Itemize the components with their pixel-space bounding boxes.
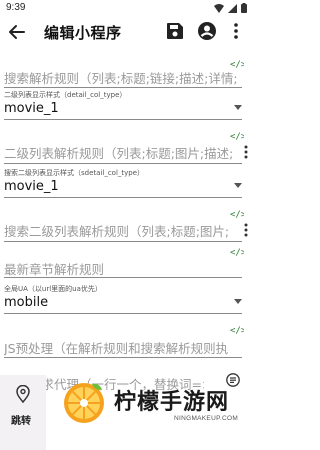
jump-label: 跳转 (11, 416, 31, 427)
code-icon[interactable]: </> (230, 208, 244, 218)
divider (4, 357, 242, 358)
sdetail-col-type-value[interactable]: movie_1 (4, 179, 59, 194)
jump-button[interactable]: 跳转 (0, 375, 46, 450)
latest-chapter-rule-input[interactable]: 最新章节解析规则 (4, 259, 242, 278)
divider (4, 119, 242, 120)
sdetail-col-type-select[interactable]: 搜索二级列表显示样式（sdetail_col_type） movie_1 (4, 168, 248, 200)
js-preprocess-field[interactable]: </> JS预处理（在解析规则和搜索解析规则执 (4, 320, 244, 358)
battery-icon (241, 3, 247, 13)
back-arrow-icon[interactable] (6, 21, 28, 43)
detail-col-type-value[interactable]: movie_1 (4, 101, 59, 116)
sdetail-col-type-label: 搜索二级列表显示样式（sdetail_col_type） (4, 169, 145, 177)
svg-text:</>: </> (230, 132, 244, 140)
page-title: 编辑小程序 (44, 24, 122, 42)
svg-text:</>: </> (230, 210, 244, 218)
code-icon[interactable]: </> (230, 58, 244, 68)
divider (4, 163, 242, 164)
detail-list-rule-field[interactable]: </> 二级列表解析规则（列表;标题;图片;描述; (4, 126, 244, 164)
svg-text:</>: </> (230, 60, 244, 68)
divider (4, 197, 242, 198)
svg-text:</>: </> (230, 326, 244, 334)
global-ua-value[interactable]: mobile (4, 295, 48, 310)
search-detail-rule-field[interactable]: </> 搜索二级列表解析规则（列表;标题;图片; (4, 204, 244, 242)
app-bar: 编辑小程序 (0, 16, 251, 48)
dropdown-arrow-icon[interactable] (234, 183, 242, 188)
code-icon[interactable]: </> (230, 246, 244, 256)
location-pin-icon (16, 385, 30, 403)
status-bar: 9:39 (0, 0, 251, 16)
watermark-url: NINGMAKEUP.COM (174, 415, 239, 422)
divider (4, 241, 242, 242)
save-icon[interactable] (166, 22, 184, 40)
search-detail-rule-input[interactable]: 搜索二级列表解析规则（列表;标题;图片; (4, 221, 242, 240)
detail-list-rule-input[interactable]: 二级列表解析规则（列表;标题;图片;描述; (4, 143, 242, 162)
search-parse-rule-field[interactable]: </> 搜索解析规则（列表;标题;链接;描述;详情; (4, 54, 244, 88)
detail-col-type-label: 二级列表显示样式（detail_col_type） (4, 91, 127, 99)
status-time: 9:39 (6, 2, 26, 13)
watermark-brand: 柠檬手游网 (114, 390, 230, 415)
latest-chapter-rule-field[interactable]: </> 最新章节解析规则 (4, 244, 244, 278)
global-ua-label: 全局UA（以url里面的ua优先） (4, 285, 102, 293)
global-ua-select[interactable]: 全局UA（以url里面的ua优先） mobile (4, 284, 248, 316)
js-preprocess-input[interactable]: JS预处理（在解析规则和搜索解析规则执 (4, 338, 242, 357)
divider (4, 313, 242, 314)
lemon-logo-icon (64, 383, 104, 423)
svg-text:</>: </> (230, 248, 244, 256)
watermark: 柠檬手游网 NINGMAKEUP.COM (50, 378, 251, 448)
more-vert-icon[interactable] (244, 223, 248, 237)
status-icons (214, 3, 247, 13)
divider (4, 87, 242, 88)
divider (4, 277, 242, 278)
more-vert-icon[interactable] (244, 145, 248, 159)
more-vert-icon[interactable] (229, 21, 243, 41)
search-parse-rule-input[interactable]: 搜索解析规则（列表;标题;链接;描述;详情; (4, 68, 242, 87)
code-icon[interactable]: </> (230, 324, 244, 334)
detail-col-type-select[interactable]: 二级列表显示样式（detail_col_type） movie_1 (4, 90, 248, 122)
signal-icon (228, 3, 237, 13)
wifi-icon (214, 3, 224, 13)
dropdown-arrow-icon[interactable] (234, 299, 242, 304)
account-icon[interactable] (197, 21, 217, 41)
code-icon[interactable]: </> (230, 130, 244, 140)
dropdown-arrow-icon[interactable] (234, 105, 242, 110)
